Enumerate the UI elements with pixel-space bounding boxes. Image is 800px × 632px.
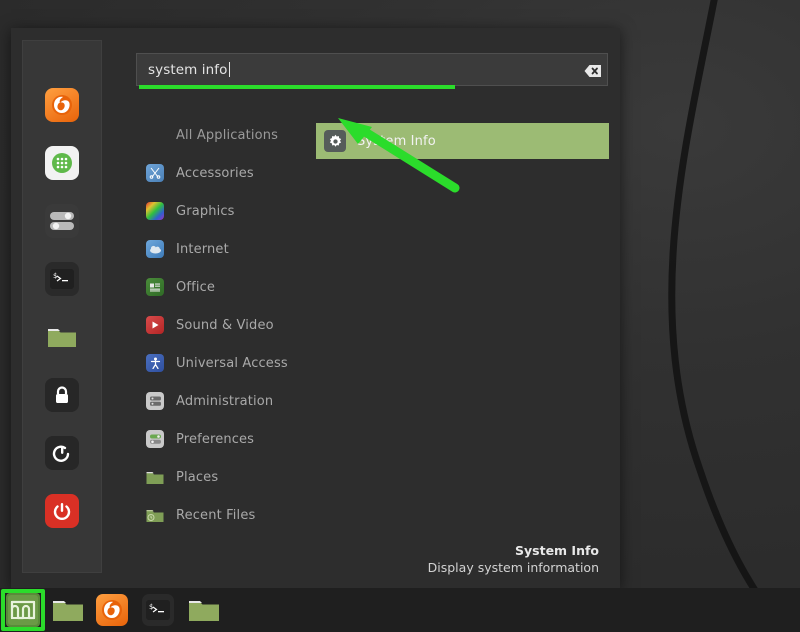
power-icon[interactable] xyxy=(45,494,79,528)
cloud-icon xyxy=(146,240,164,258)
lock-icon[interactable] xyxy=(45,378,79,412)
backspace-clear-icon[interactable] xyxy=(584,63,602,77)
category-item-graphics[interactable]: Graphics xyxy=(136,192,311,230)
category-item-preferences[interactable]: Preferences xyxy=(136,420,311,458)
taskbar: $ xyxy=(0,588,800,632)
category-item-internet[interactable]: Internet xyxy=(136,230,311,268)
category-label: Places xyxy=(176,470,218,485)
category-label: Preferences xyxy=(176,432,254,447)
folder-launcher-1[interactable] xyxy=(52,594,84,626)
svg-text:$: $ xyxy=(53,272,57,280)
mint-menu-button[interactable] xyxy=(6,593,40,627)
search-field-wrapper: system info xyxy=(136,53,608,86)
search-input-value: system info xyxy=(148,62,228,78)
firefox-icon[interactable] xyxy=(45,88,79,122)
category-label: Sound & Video xyxy=(176,318,274,333)
menu-sidebar: $ xyxy=(22,40,102,573)
server-icon xyxy=(146,392,164,410)
category-item-universal-access[interactable]: Universal Access xyxy=(136,344,311,382)
search-progress-underline xyxy=(139,85,455,89)
folder-icon xyxy=(146,468,164,486)
status-area: System Info Display system information xyxy=(428,542,599,576)
search-input[interactable]: system info xyxy=(136,53,608,86)
category-item-sound-video[interactable]: Sound & Video xyxy=(136,306,311,344)
category-header-label: All Applications xyxy=(176,128,278,143)
category-label: Office xyxy=(176,280,215,295)
category-header[interactable]: All Applications xyxy=(136,116,311,154)
firefox-launcher[interactable] xyxy=(96,594,128,626)
category-item-office[interactable]: Office xyxy=(136,268,311,306)
apps-grid-icon[interactable] xyxy=(45,146,79,180)
recent-folder-icon xyxy=(146,506,164,524)
play-icon xyxy=(146,316,164,334)
status-description: Display system information xyxy=(428,559,599,576)
category-item-recent-files[interactable]: Recent Files xyxy=(136,496,311,534)
category-item-accessories[interactable]: Accessories xyxy=(136,154,311,192)
result-item-label: System Info xyxy=(357,134,436,149)
folder-launcher-2[interactable] xyxy=(188,594,220,626)
category-label: Graphics xyxy=(176,204,235,219)
document-icon xyxy=(146,278,164,296)
toggles-icon xyxy=(146,430,164,448)
svg-text:$: $ xyxy=(149,603,153,611)
text-caret xyxy=(229,62,230,77)
preferences-icon[interactable] xyxy=(45,204,79,238)
category-item-places[interactable]: Places xyxy=(136,458,311,496)
category-label: Internet xyxy=(176,242,229,257)
terminal-icon[interactable]: $ xyxy=(45,262,79,296)
category-item-administration[interactable]: Administration xyxy=(136,382,311,420)
category-label: Universal Access xyxy=(176,356,288,371)
category-label: Accessories xyxy=(176,166,254,181)
search-results-list: System Info xyxy=(316,123,609,159)
files-icon[interactable] xyxy=(45,320,79,354)
category-label: Administration xyxy=(176,394,273,409)
terminal-launcher[interactable]: $ xyxy=(142,594,174,626)
result-item-system-info[interactable]: System Info xyxy=(316,123,609,159)
accessibility-icon xyxy=(146,354,164,372)
category-list: All Applications Accessories Graphics xyxy=(136,116,311,534)
gear-icon xyxy=(324,130,346,152)
scissors-icon xyxy=(146,164,164,182)
color-palette-icon xyxy=(146,202,164,220)
logout-icon[interactable] xyxy=(45,436,79,470)
category-label: Recent Files xyxy=(176,508,255,523)
mint-menu-window: $ xyxy=(11,28,620,588)
status-title: System Info xyxy=(428,542,599,559)
